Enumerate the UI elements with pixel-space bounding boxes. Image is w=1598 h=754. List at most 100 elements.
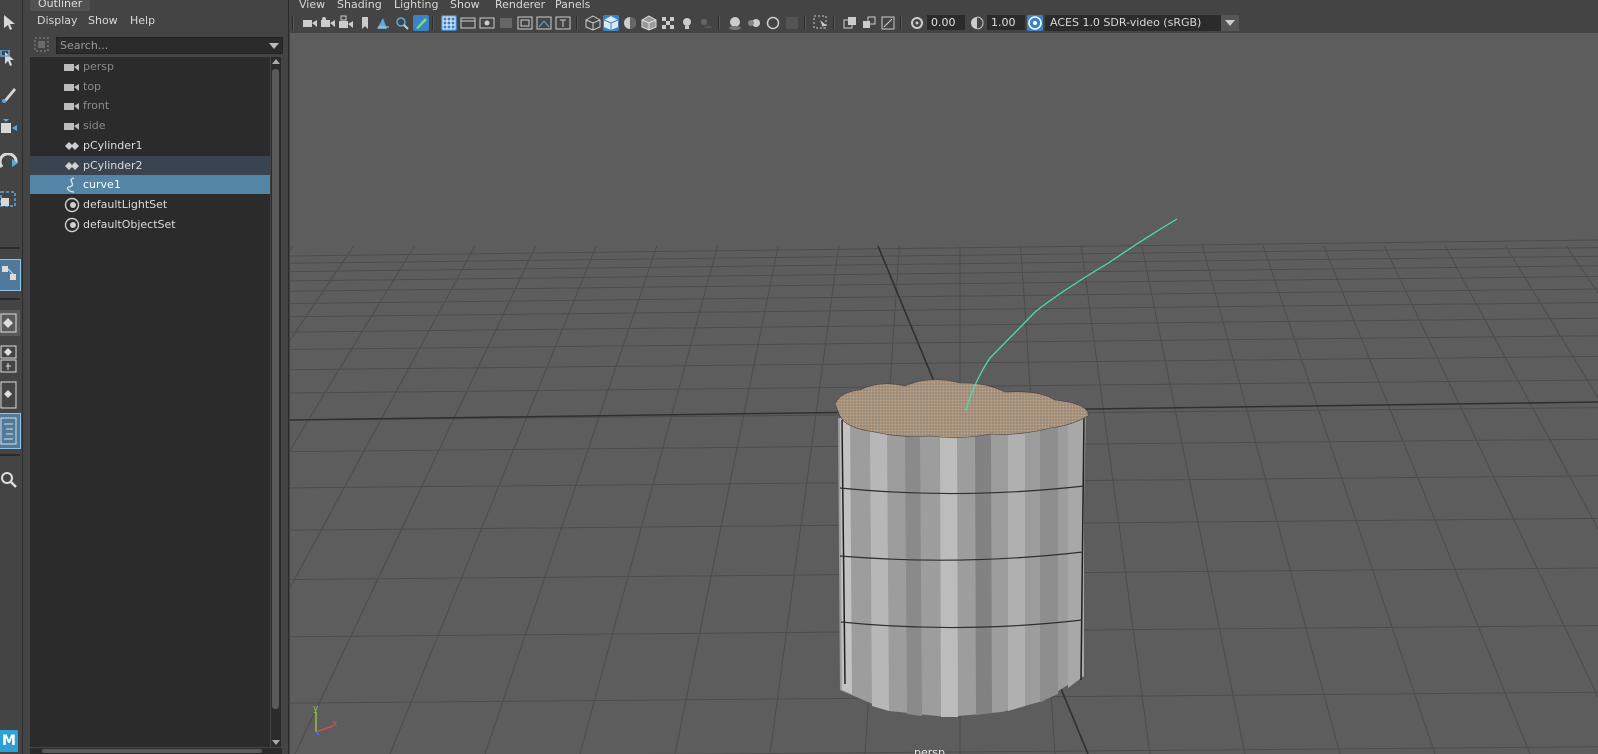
viewport-panel[interactable]: View Shading Lighting Show Renderer Pane… — [290, 0, 1598, 754]
menu-show[interactable]: Show — [88, 14, 118, 27]
toolbar-divider — [718, 16, 720, 30]
outliner-vertical-scrollbar[interactable] — [271, 57, 281, 747]
scroll-up-arrow-icon[interactable] — [272, 59, 280, 64]
color-management-icon[interactable] — [1027, 15, 1043, 31]
two-d-pan-zoom-icon[interactable] — [394, 15, 410, 31]
use-all-lights-icon[interactable] — [679, 15, 695, 31]
isolate-select-icon[interactable] — [813, 15, 829, 31]
grid-line — [290, 355, 1598, 371]
scroll-down-arrow-icon[interactable] — [272, 740, 280, 745]
cylinder-mesh[interactable] — [834, 379, 1089, 717]
view-transform-chevron-down-icon[interactable] — [1221, 15, 1239, 31]
toolbox-divider — [0, 247, 20, 249]
safe-title-icon[interactable] — [555, 15, 571, 31]
textured-icon[interactable] — [660, 15, 676, 31]
camera-icon — [64, 118, 80, 134]
set-icon — [64, 197, 80, 213]
lock-camera-icon[interactable] — [338, 15, 354, 31]
camera-icon — [64, 59, 80, 75]
tree-item-defaultlightset[interactable]: defaultLightSet — [30, 195, 270, 214]
scrollbar-thumb[interactable] — [42, 749, 262, 753]
menu-show[interactable]: Show — [450, 0, 480, 11]
paint-select-tool-icon[interactable] — [0, 84, 20, 104]
grid-line — [290, 288, 1598, 304]
tree-item-defaultobjectset[interactable]: defaultObjectSet — [30, 215, 270, 234]
search-options-chevron-down-icon[interactable] — [269, 43, 279, 49]
anti-aliasing-icon[interactable] — [765, 15, 781, 31]
tree-item-side[interactable]: side — [30, 116, 270, 135]
tree-item-curve1[interactable]: curve1 — [30, 175, 270, 195]
exposure-field[interactable]: 0.00 — [927, 15, 965, 30]
last-used-tool-icon[interactable] — [0, 259, 21, 291]
tree-item-label: pCylinder2 — [83, 158, 143, 172]
grid-line — [290, 317, 1598, 333]
tree-item-label: side — [83, 119, 106, 133]
gamma-icon[interactable] — [969, 15, 985, 31]
single-perspective-layout-icon[interactable] — [0, 310, 20, 336]
wireframe-icon[interactable] — [585, 15, 601, 31]
menu-panels[interactable]: Panels — [555, 0, 590, 11]
tree-item-pcylinder1[interactable]: pCylinder1 — [30, 136, 270, 155]
smooth-shade-icon[interactable] — [603, 15, 619, 31]
outliner-persp-layout-icon[interactable] — [0, 413, 21, 449]
screen-space-ao-icon[interactable] — [727, 15, 743, 31]
xray-joints-icon[interactable] — [880, 15, 896, 31]
bookmark-icon[interactable] — [357, 15, 373, 31]
two-pane-layout-icon[interactable] — [0, 344, 20, 374]
search-input[interactable] — [60, 38, 260, 53]
wireframe-on-shaded-icon[interactable] — [641, 15, 657, 31]
gamma-field[interactable]: 1.00 — [987, 15, 1025, 30]
rotate-tool-icon[interactable] — [0, 153, 20, 173]
toolbar-divider — [432, 16, 434, 30]
tree-item-persp[interactable]: persp — [30, 57, 270, 76]
motion-blur-icon[interactable] — [746, 15, 762, 31]
lasso-tool-icon[interactable] — [0, 50, 20, 70]
tree-item-front[interactable]: front — [30, 96, 270, 115]
menu-view[interactable]: View — [299, 0, 325, 11]
toolbar-divider — [900, 16, 902, 30]
field-chart-icon[interactable] — [517, 15, 533, 31]
xray-active-components-icon[interactable] — [861, 15, 877, 31]
toolbox: M — [0, 0, 23, 754]
outliner-horizontal-scrollbar[interactable] — [30, 748, 282, 754]
gate-mask-icon[interactable] — [498, 15, 514, 31]
scene-view[interactable] — [290, 33, 1598, 754]
image-plane-icon[interactable] — [375, 15, 391, 31]
side-by-side-layout-icon[interactable] — [0, 380, 20, 410]
menu-display[interactable]: Display — [37, 14, 78, 27]
scrollbar-thumb[interactable] — [272, 69, 279, 709]
grid-line — [290, 239, 1598, 257]
camera-icon — [64, 98, 80, 114]
menu-renderer[interactable]: Renderer — [495, 0, 545, 11]
resolution-gate-icon[interactable] — [479, 15, 495, 31]
shadows-icon[interactable] — [698, 15, 714, 31]
filter-icon[interactable] — [34, 37, 50, 53]
camera-attributes-icon[interactable] — [320, 15, 336, 31]
select-camera-icon[interactable] — [302, 15, 318, 31]
xray-icon[interactable] — [842, 15, 858, 31]
tree-item-pcylinder2[interactable]: pCylinder2 — [30, 155, 270, 175]
grid-icon[interactable] — [441, 15, 457, 31]
film-gate-icon[interactable] — [460, 15, 476, 31]
tree-item-label: defaultLightSet — [83, 197, 168, 211]
safe-action-icon[interactable] — [536, 15, 552, 31]
toolbar-divider — [576, 16, 578, 30]
grease-pencil-icon[interactable] — [413, 15, 429, 31]
select-tool-icon[interactable] — [0, 12, 20, 32]
grid-line — [290, 247, 1598, 264]
scale-tool-icon[interactable] — [0, 190, 20, 210]
move-tool-icon[interactable] — [0, 118, 20, 138]
depth-of-field-icon[interactable] — [784, 15, 800, 31]
use-default-material-icon[interactable] — [622, 15, 638, 31]
outliner-panel: Outliner Display Show Help persp top fro… — [26, 0, 289, 754]
magnify-icon[interactable] — [0, 470, 20, 490]
menu-help[interactable]: Help — [130, 14, 155, 27]
menu-shading[interactable]: Shading — [337, 0, 382, 11]
curve-icon — [64, 177, 80, 193]
outliner-tab[interactable]: Outliner — [30, 0, 91, 11]
menu-lighting[interactable]: Lighting — [394, 0, 438, 11]
exposure-icon[interactable] — [909, 15, 925, 31]
tree-item-top[interactable]: top — [30, 77, 270, 96]
grid-line — [290, 245, 476, 589]
view-transform-dropdown[interactable]: ACES 1.0 SDR-video (sRGB) — [1045, 15, 1221, 31]
